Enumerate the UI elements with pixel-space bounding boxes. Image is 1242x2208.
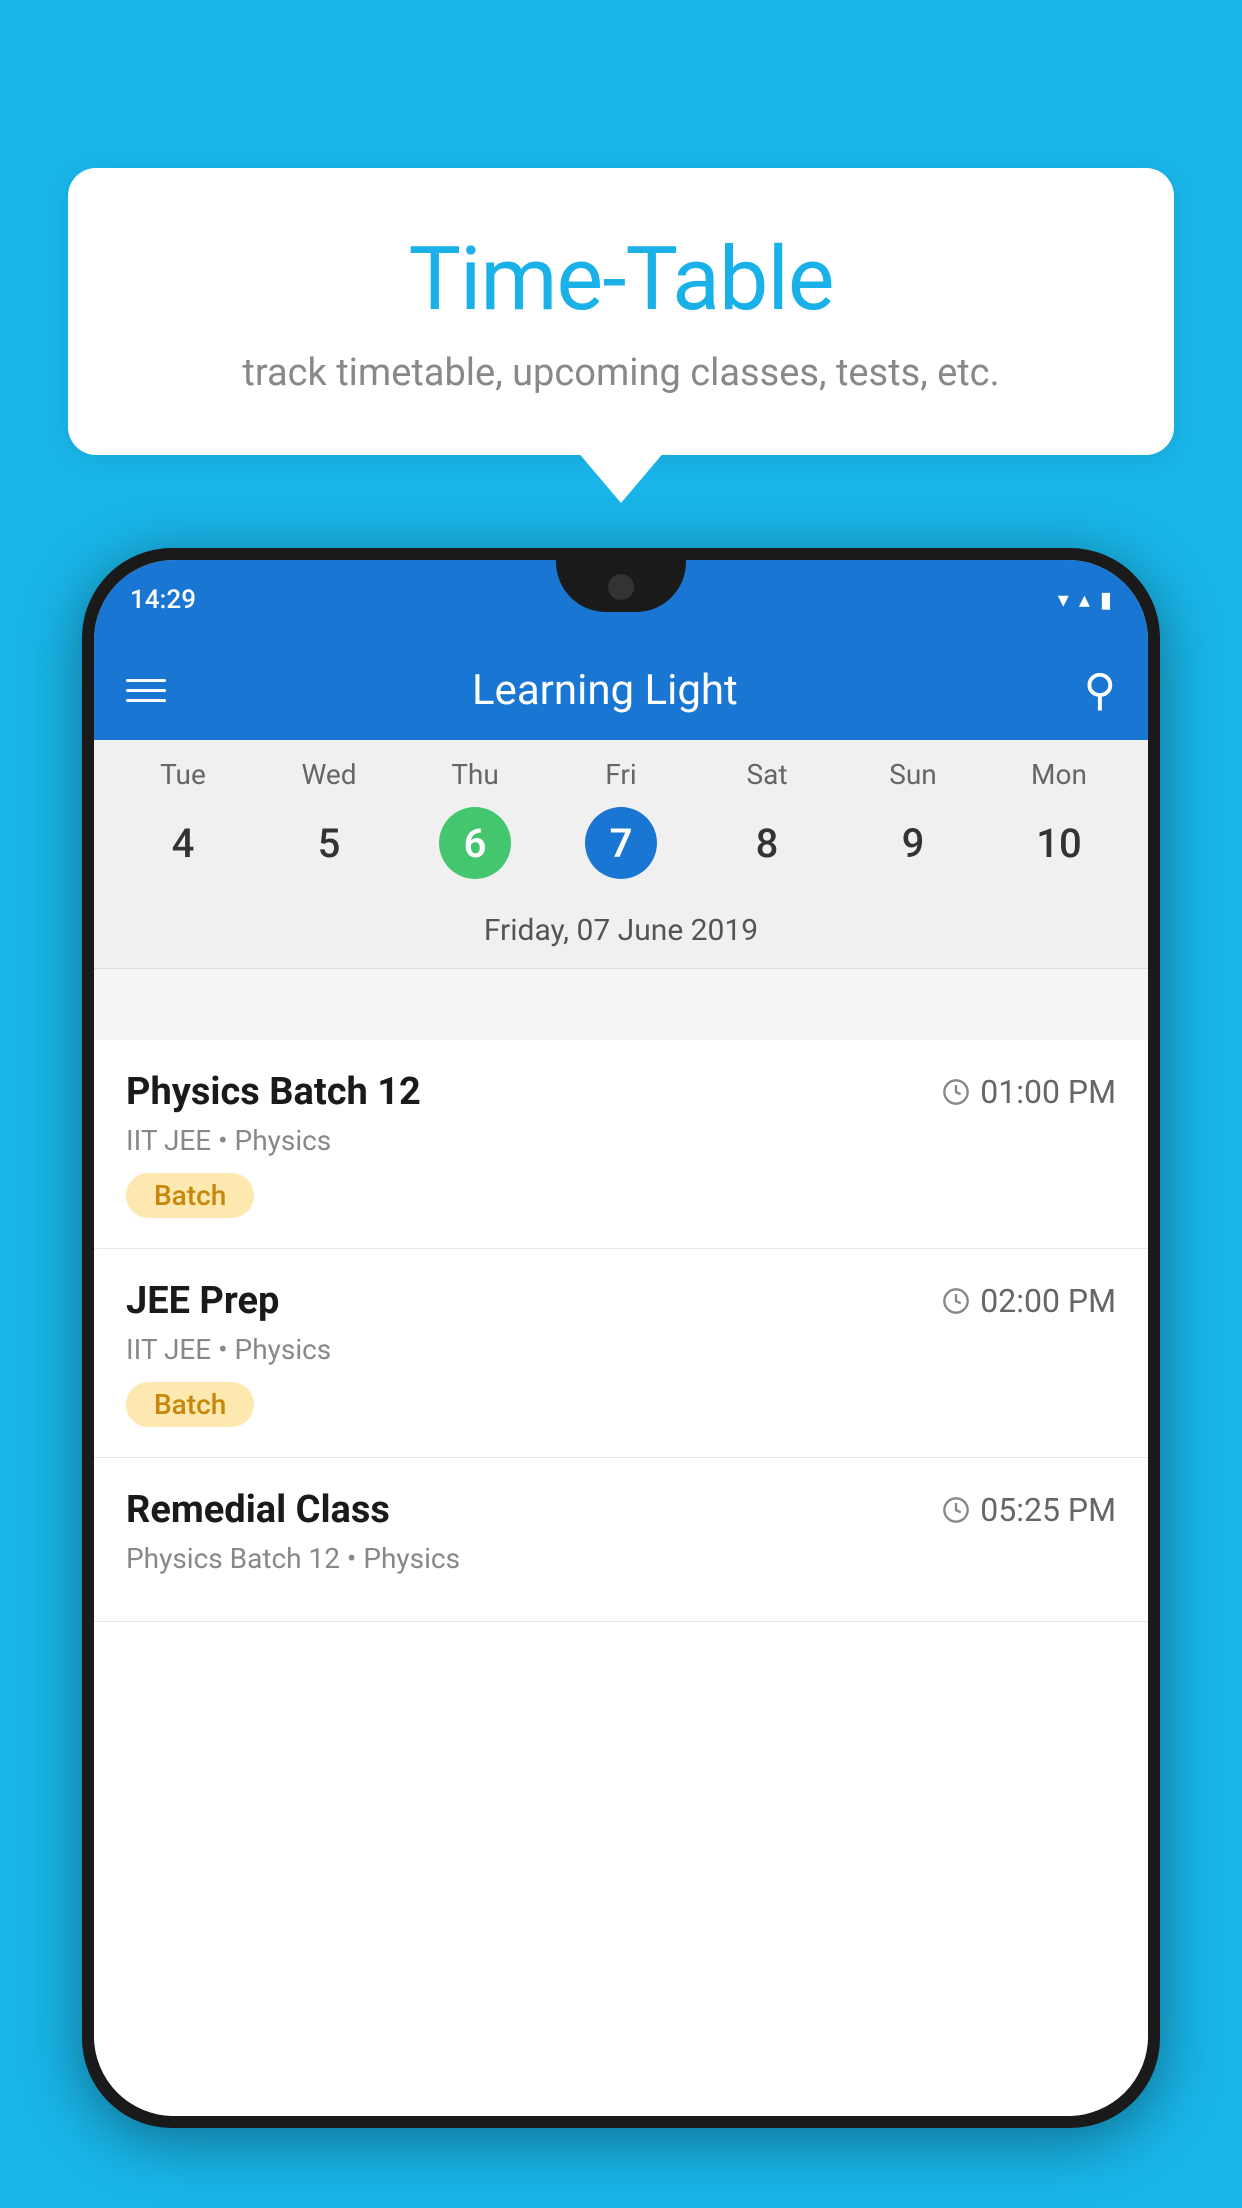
toolbar-title: Learning Light xyxy=(126,666,1084,715)
phone-mockup: 14:29 ▾ ▴ ▮ Learning Light ⚲ xyxy=(82,548,1160,2208)
schedule-item[interactable]: JEE Prep 02:00 PM IIT JEE • Physics Batc… xyxy=(94,1249,1148,1458)
schedule-item-title: Physics Batch 12 xyxy=(126,1070,421,1114)
date-cell[interactable]: 9 xyxy=(840,807,986,879)
schedule-item-subtitle: Physics Batch 12 • Physics xyxy=(126,1542,1116,1575)
schedule-item-time: 02:00 PM xyxy=(942,1282,1116,1320)
schedule-item-title: JEE Prep xyxy=(126,1279,279,1323)
signal-icon: ▴ xyxy=(1079,588,1090,613)
weekday-cell: Tue xyxy=(110,758,256,791)
weekdays-row: TueWedThuFriSatSunMon xyxy=(94,740,1148,799)
status-time: 14:29 xyxy=(130,585,196,615)
schedule-item-header: Physics Batch 12 01:00 PM xyxy=(126,1070,1116,1114)
status-bar: 14:29 ▾ ▴ ▮ xyxy=(94,560,1148,640)
weekday-cell: Mon xyxy=(986,758,1132,791)
wifi-icon: ▾ xyxy=(1058,588,1069,613)
selected-date-label: Friday, 07 June 2019 xyxy=(94,897,1148,969)
date-cell[interactable]: 6 xyxy=(402,807,548,879)
date-cell[interactable]: 4 xyxy=(110,807,256,879)
schedule-list: Physics Batch 12 01:00 PM IIT JEE • Phys… xyxy=(94,1040,1148,2116)
clock-icon xyxy=(942,1287,970,1315)
schedule-item-subtitle: IIT JEE • Physics xyxy=(126,1333,1116,1366)
schedule-item-time: 01:00 PM xyxy=(942,1073,1116,1111)
batch-badge: Batch xyxy=(126,1173,254,1218)
app-toolbar: Learning Light ⚲ xyxy=(94,640,1148,740)
weekday-cell: Thu xyxy=(402,758,548,791)
date-cell[interactable]: 5 xyxy=(256,807,402,879)
calendar-header: TueWedThuFriSatSunMon 45678910 Friday, 0… xyxy=(94,740,1148,969)
weekday-cell: Sun xyxy=(840,758,986,791)
search-icon[interactable]: ⚲ xyxy=(1084,664,1116,716)
notch xyxy=(556,560,686,612)
schedule-item-subtitle: IIT JEE • Physics xyxy=(126,1124,1116,1157)
schedule-item-time: 05:25 PM xyxy=(942,1491,1116,1529)
clock-icon xyxy=(942,1496,970,1524)
speech-bubble-card: Time-Table track timetable, upcoming cla… xyxy=(68,168,1174,455)
weekday-cell: Wed xyxy=(256,758,402,791)
date-cell[interactable]: 7 xyxy=(548,807,694,879)
phone-screen: 14:29 ▾ ▴ ▮ Learning Light ⚲ xyxy=(94,560,1148,2116)
batch-badge: Batch xyxy=(126,1382,254,1427)
phone-frame: 14:29 ▾ ▴ ▮ Learning Light ⚲ xyxy=(82,548,1160,2128)
status-icons: ▾ ▴ ▮ xyxy=(1058,588,1112,613)
battery-icon: ▮ xyxy=(1100,588,1112,613)
dates-row: 45678910 xyxy=(94,799,1148,897)
bubble-title: Time-Table xyxy=(108,228,1134,331)
schedule-item[interactable]: Remedial Class 05:25 PM Physics Batch 12… xyxy=(94,1458,1148,1622)
camera xyxy=(608,574,634,600)
schedule-item-title: Remedial Class xyxy=(126,1488,390,1532)
clock-icon xyxy=(942,1078,970,1106)
schedule-item-header: JEE Prep 02:00 PM xyxy=(126,1279,1116,1323)
weekday-cell: Fri xyxy=(548,758,694,791)
schedule-item-header: Remedial Class 05:25 PM xyxy=(126,1488,1116,1532)
bubble-subtitle: track timetable, upcoming classes, tests… xyxy=(108,351,1134,395)
schedule-item[interactable]: Physics Batch 12 01:00 PM IIT JEE • Phys… xyxy=(94,1040,1148,1249)
weekday-cell: Sat xyxy=(694,758,840,791)
date-cell[interactable]: 8 xyxy=(694,807,840,879)
date-cell[interactable]: 10 xyxy=(986,807,1132,879)
